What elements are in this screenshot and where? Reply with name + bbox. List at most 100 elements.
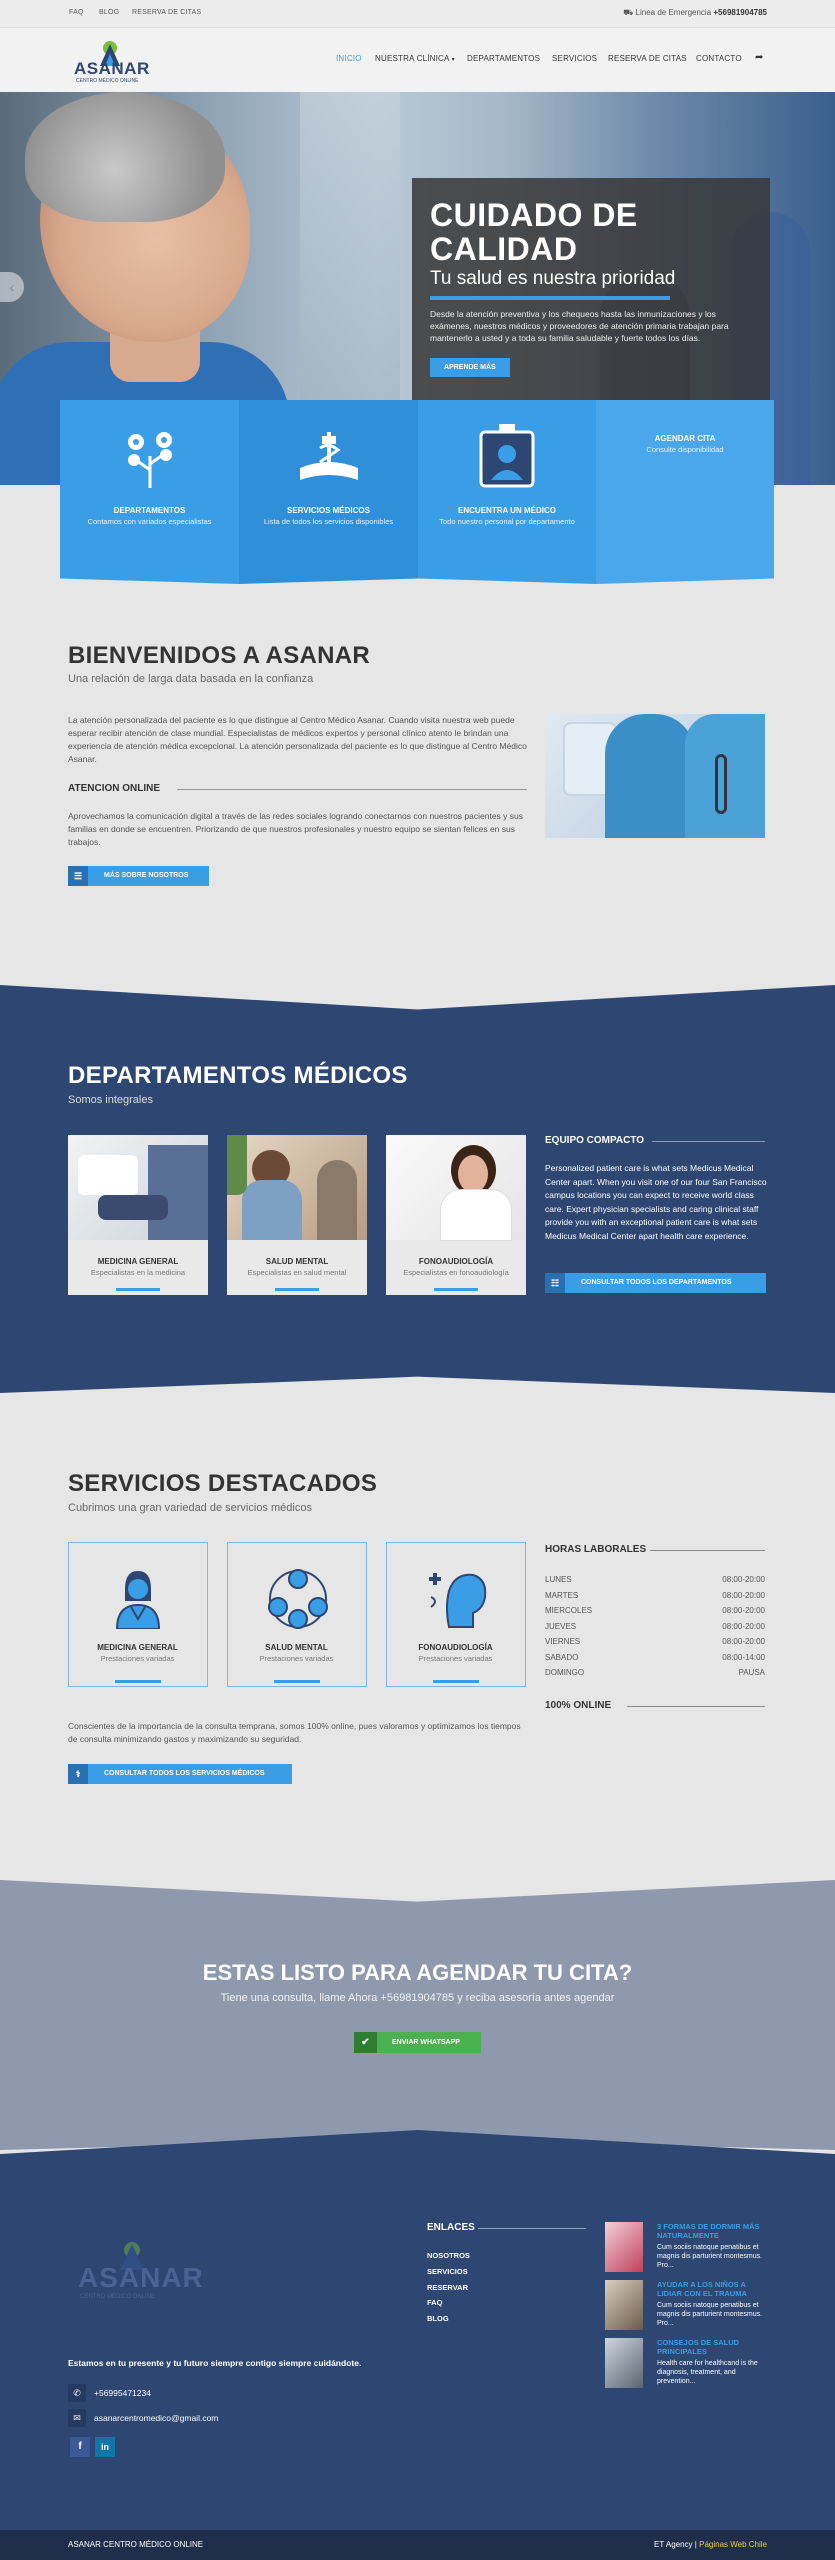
footer-post[interactable]: CONSEJOS DE SALUD PRINCIPALES Health car… bbox=[605, 2338, 765, 2390]
hours-row: VIERNES 08:00-20:00 bbox=[545, 1637, 765, 1646]
footer-email[interactable]: asanarcentromedico@gmail.com bbox=[94, 2413, 218, 2423]
service-card-sub: Prestaciones variadas bbox=[259, 1654, 334, 1663]
all-departments-button[interactable]: ☷ CONSULTAR TODOS LOS DEPARTAMENTOS bbox=[545, 1273, 766, 1293]
linkedin-icon[interactable]: in bbox=[95, 2437, 115, 2457]
service-card-title: SALUD MENTAL bbox=[265, 1643, 328, 1652]
doctor-badge-icon bbox=[479, 424, 535, 488]
department-card-medicina[interactable]: MEDICINA GENERAL Especialistas en la med… bbox=[68, 1135, 208, 1295]
credit-agency-link[interactable]: ET Agency bbox=[654, 2540, 693, 2549]
service-card-title: MEDICINA GENERAL bbox=[97, 1643, 178, 1652]
department-card-fonoaudiologia[interactable]: FONOAUDIOLOGÍA Especialistas en fonoaudi… bbox=[386, 1135, 526, 1295]
feature-servicios-medicos[interactable]: SERVICIOS MÉDICOS Lista de todos los ser… bbox=[239, 400, 418, 584]
nav-inicio[interactable]: INICIO bbox=[336, 54, 362, 63]
divider bbox=[478, 2228, 586, 2229]
welcome-subtitle: Una relación de larga data basada en la … bbox=[68, 673, 314, 685]
nav-servicios[interactable]: SERVICIOS bbox=[552, 54, 597, 63]
nav-reserva[interactable]: RESERVA DE CITAS bbox=[608, 54, 687, 63]
footer-logo[interactable]: ASANAR CENTRO MÉDICO ONLINE bbox=[72, 2240, 203, 2300]
feature-encuentra-medico[interactable]: ENCUENTRA UN MÉDICO Todo nuestro persona… bbox=[418, 400, 596, 584]
post-thumbnail bbox=[605, 2222, 643, 2272]
department-card-title: MEDICINA GENERAL bbox=[97, 1257, 179, 1266]
emergency-phone[interactable]: +56981904785 bbox=[713, 8, 767, 17]
feature-sub: Consulte disponibilidad bbox=[646, 445, 724, 454]
footer-link-blog[interactable]: BLOG bbox=[427, 2314, 449, 2323]
facebook-icon[interactable]: f bbox=[70, 2437, 90, 2457]
feature-agendar-cita[interactable]: AGENDAR CITA Consulte disponibilidad bbox=[596, 400, 774, 584]
online-title: ATENCION ONLINE bbox=[68, 783, 161, 794]
post-excerpt: Health care for healthcand is the diagno… bbox=[657, 2360, 758, 2385]
post-title[interactable]: 3 FORMAS DE DORMIR MÁS NATURALMENTE bbox=[657, 2222, 765, 2240]
feature-departamentos[interactable]: DEPARTAMENTOS Contamos con variados espe… bbox=[60, 400, 239, 584]
cta-subtitle: Tiene una consulta, llame Ahora +5698190… bbox=[220, 1992, 615, 2004]
service-card-sub: Prestaciones variadas bbox=[100, 1654, 175, 1663]
topbar-link-faq[interactable]: FAQ bbox=[69, 9, 84, 16]
envelope-icon: ✉ bbox=[68, 2409, 86, 2427]
all-services-button[interactable]: ⚕ CONSULTAR TODOS LOS SERVICIOS MÉDICOS bbox=[68, 1764, 292, 1784]
service-card-fonoaudiologia[interactable]: FONOAUDIOLOGÍA Prestaciones variadas bbox=[386, 1542, 526, 1687]
hero-card: CUIDADO DE CALIDAD Tu salud es nuestra p… bbox=[412, 178, 770, 400]
nav-label: NUESTRA CLÍNICA bbox=[375, 54, 450, 63]
department-image bbox=[386, 1135, 526, 1240]
check-icon: ✔ bbox=[354, 2032, 377, 2053]
post-thumbnail bbox=[605, 2338, 643, 2388]
footer-post[interactable]: 3 FORMAS DE DORMIR MÁS NATURALMENTE Cum … bbox=[605, 2222, 765, 2274]
footer-logo-name: ASANAR bbox=[78, 2262, 204, 2293]
hours-table: LUNES 08:00-20:00 MARTES 08:00-20:00 MIERC… bbox=[545, 1575, 765, 1685]
footer-link-nosotros[interactable]: NOSOTROS bbox=[427, 2251, 470, 2260]
feature-title: DEPARTAMENTOS bbox=[113, 506, 186, 515]
post-title[interactable]: CONSEJOS DE SALUD PRINCIPALES bbox=[657, 2338, 765, 2356]
credit-web-link[interactable]: Páginas Web Chile bbox=[699, 2540, 767, 2549]
feature-sub: Lista de todos los servicios disponibles bbox=[263, 517, 394, 526]
service-card-salud-mental[interactable]: SALUD MENTAL Prestaciones variadas bbox=[227, 1542, 367, 1687]
topbar-link-reserva[interactable]: RESERVA DE CITAS bbox=[132, 9, 201, 16]
hours-row: DOMINGO PAUSA bbox=[545, 1668, 765, 1677]
logo-tagline: CENTRO MÉDICO ONLINE bbox=[76, 78, 139, 84]
about-us-button[interactable]: ☰ MÁS SOBRE NOSOTROS bbox=[68, 866, 209, 886]
feature-title: SERVICIOS MÉDICOS bbox=[287, 506, 370, 515]
clipboard-icon: ☰ bbox=[68, 866, 88, 886]
divider bbox=[652, 1141, 765, 1142]
footer-tagline: Estamos en tu presente y tu futuro siemp… bbox=[68, 2358, 362, 2368]
hours-row: MARTES 08:00-20:00 bbox=[545, 1590, 765, 1600]
nav-departamentos[interactable]: DEPARTAMENTOS bbox=[467, 54, 540, 63]
department-card-sub: Especialistas en salud mental bbox=[247, 1268, 347, 1277]
footer-link-reservar[interactable]: RESERVAR bbox=[427, 2283, 468, 2292]
divider bbox=[650, 1550, 765, 1551]
emotions-icon bbox=[268, 1569, 328, 1629]
post-thumbnail bbox=[605, 2280, 643, 2330]
footer-link-servicios[interactable]: SERVICIOS bbox=[427, 2267, 468, 2276]
hours-row: SABADO 08:00-14:00 bbox=[545, 1652, 765, 1662]
departments-title: DEPARTAMENTOS MÉDICOS bbox=[68, 1062, 408, 1089]
department-card-salud-mental[interactable]: SALUD MENTAL Especialistas en salud ment… bbox=[227, 1135, 367, 1295]
services-title: SERVICIOS DESTACADOS bbox=[68, 1470, 378, 1497]
services-text: Conscientes de la importancia de la cons… bbox=[68, 1721, 521, 1744]
nav-nuestra-clinica[interactable]: NUESTRA CLÍNICA ▾ bbox=[375, 54, 455, 63]
feature-sub: Todo nuestro personal por departamento bbox=[439, 517, 575, 526]
footer-link-faq[interactable]: FAQ bbox=[427, 2298, 442, 2307]
whatsapp-button[interactable]: ✔ ENVIAR WHATSAPP bbox=[354, 2032, 481, 2053]
team-text: Personalized patient care is what sets M… bbox=[545, 1163, 767, 1241]
logo[interactable]: ASANAR CENTRO MÉDICO ONLINE bbox=[72, 36, 152, 86]
service-card-sub: Prestaciones variadas bbox=[418, 1654, 493, 1663]
all-services-label: CONSULTAR TODOS LOS SERVICIOS MÉDICOS bbox=[104, 1770, 265, 1777]
footer-phone[interactable]: +56995471234 bbox=[94, 2388, 151, 2398]
nav-contacto[interactable]: CONTACTO bbox=[696, 54, 742, 63]
hero-subtitle: Tu salud es nuestra prioridad bbox=[430, 268, 676, 289]
chevron-down-icon: ▾ bbox=[451, 57, 455, 63]
topbar-link-blog[interactable]: BLOG bbox=[99, 9, 119, 16]
share-icon[interactable]: ➦ bbox=[755, 52, 764, 63]
hero-learn-more-button[interactable]: APRENDE MÁS bbox=[430, 358, 510, 377]
welcome-team-image bbox=[545, 714, 765, 838]
feature-title: ENCUENTRA UN MÉDICO bbox=[458, 506, 556, 515]
footer-post[interactable]: AYUDAR A LOS NIÑOS A LIDIAR CON EL TRAUM… bbox=[605, 2280, 765, 2332]
post-title[interactable]: AYUDAR A LOS NIÑOS A LIDIAR CON EL TRAUM… bbox=[657, 2280, 765, 2298]
service-card-medicina[interactable]: MEDICINA GENERAL Prestaciones variadas bbox=[68, 1542, 208, 1687]
all-departments-label: CONSULTAR TODOS LOS DEPARTAMENTOS bbox=[581, 1279, 732, 1286]
doctor-woman-icon bbox=[115, 1571, 161, 1629]
slider-prev-arrow[interactable]: ‹ bbox=[0, 272, 24, 302]
phone-icon: ✆ bbox=[68, 2384, 86, 2402]
whatsapp-label: ENVIAR WHATSAPP bbox=[392, 2039, 460, 2046]
hearing-icon bbox=[429, 1573, 487, 1628]
cta-section bbox=[0, 1880, 835, 2150]
welcome-title: BIENVENIDOS A ASANAR bbox=[68, 642, 371, 669]
